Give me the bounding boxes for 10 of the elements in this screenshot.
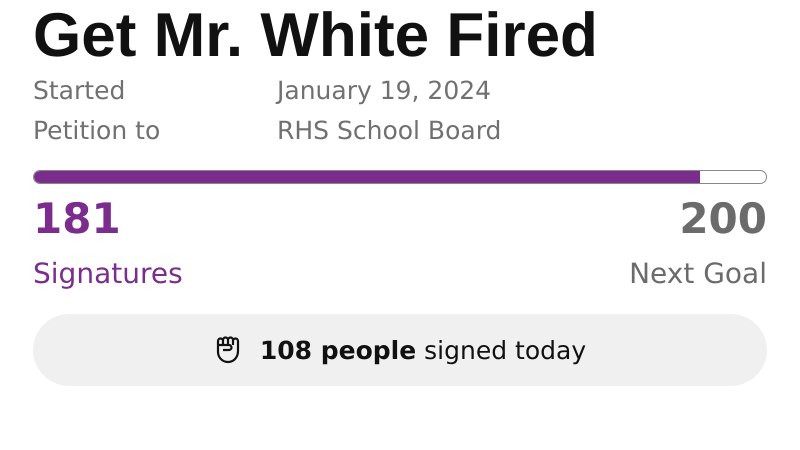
signed-today-text: 108 people signed today [260,336,586,364]
signature-count: 181 [33,193,121,245]
signatures-label: Signatures [33,256,183,292]
goal-count: 200 [679,193,767,245]
detail-label: Started [33,75,126,107]
detail-label: Petition to [33,115,162,147]
petition-title: Get Mr. White Fired [33,4,598,68]
goal-label: Next Goal [629,256,767,292]
detail-value: January 19, 2024 [277,75,492,107]
detail-value: RHS School Board [277,115,502,147]
